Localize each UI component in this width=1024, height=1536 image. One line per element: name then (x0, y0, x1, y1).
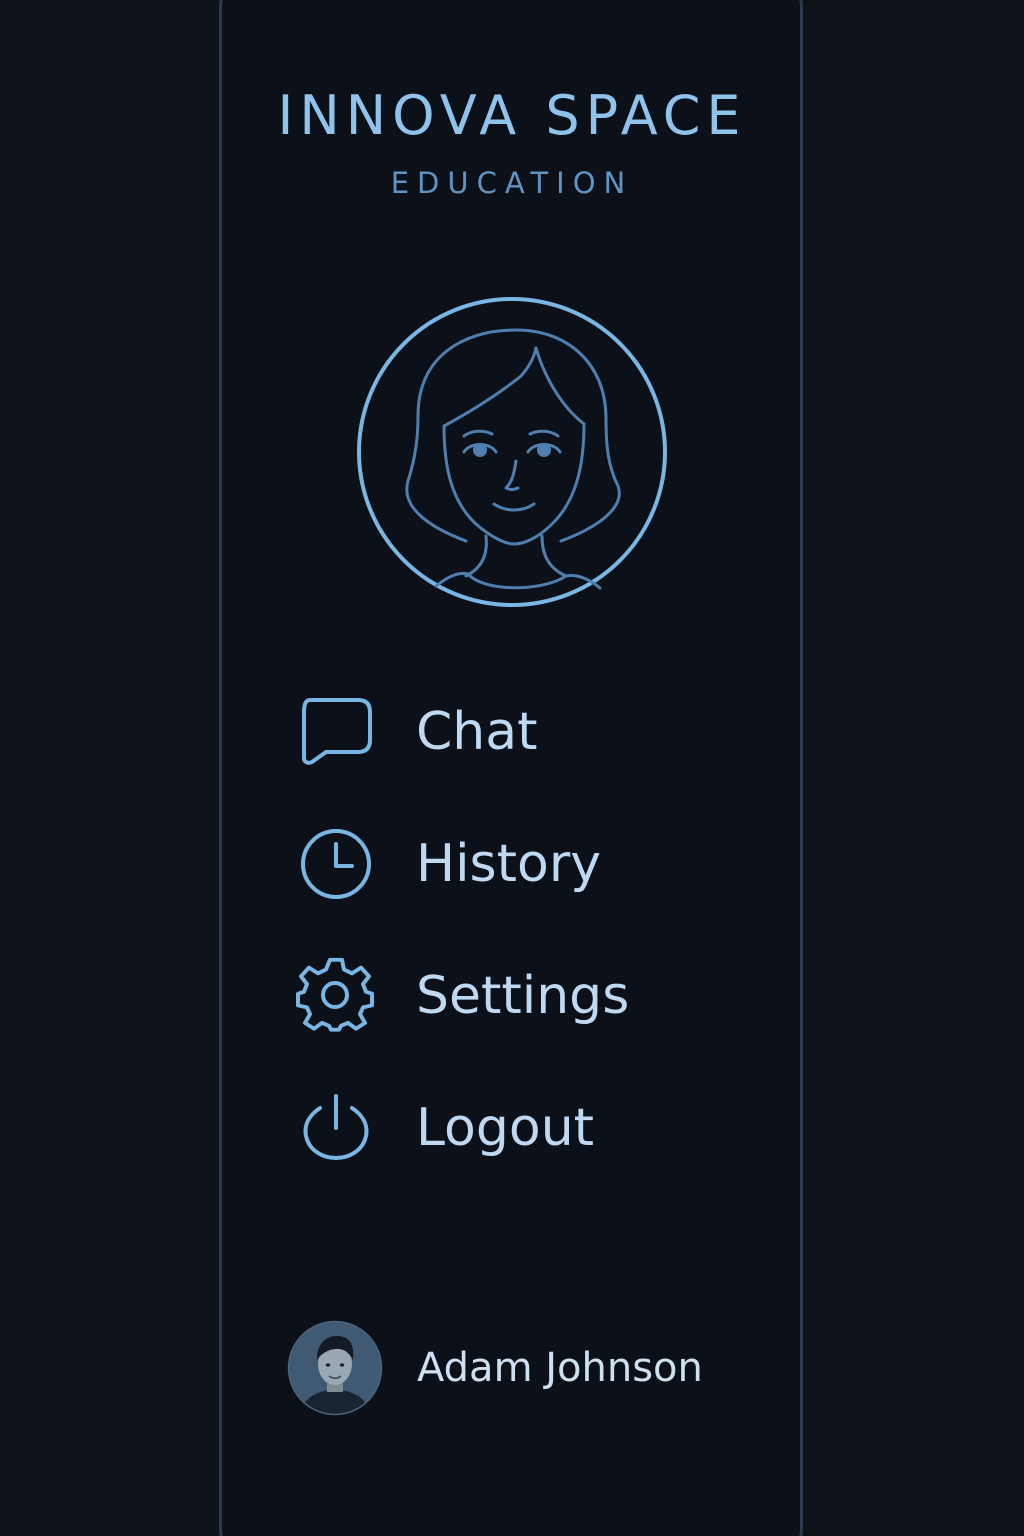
chat-bubble-icon (302, 698, 372, 765)
menu-item-chat-label: Chat (416, 702, 538, 762)
menu-item-logout-label: Logout (416, 1098, 595, 1158)
menu-item-logout[interactable]: Logout (296, 1088, 716, 1168)
brand-subtitle: EDUCATION (390, 166, 634, 200)
user-avatar[interactable] (287, 1320, 383, 1416)
menu-item-chat[interactable]: Chat (296, 692, 716, 772)
menu-item-history[interactable]: History (296, 824, 716, 904)
page: INNOVA SPACE EDUCATION Chat History Sett… (0, 0, 1024, 1536)
brand-title: INNOVA SPACE (277, 84, 747, 147)
user-profile[interactable]: Adam Johnson (287, 1320, 767, 1416)
menu-item-settings[interactable]: Settings (296, 956, 716, 1036)
user-name: Adam Johnson (417, 1345, 703, 1391)
female-avatar-line-icon (357, 297, 667, 607)
clock-icon (301, 829, 371, 899)
gear-icon (296, 957, 374, 1032)
power-icon (303, 1094, 369, 1161)
menu-item-history-label: History (416, 834, 601, 894)
menu-item-settings-label: Settings (416, 966, 630, 1026)
